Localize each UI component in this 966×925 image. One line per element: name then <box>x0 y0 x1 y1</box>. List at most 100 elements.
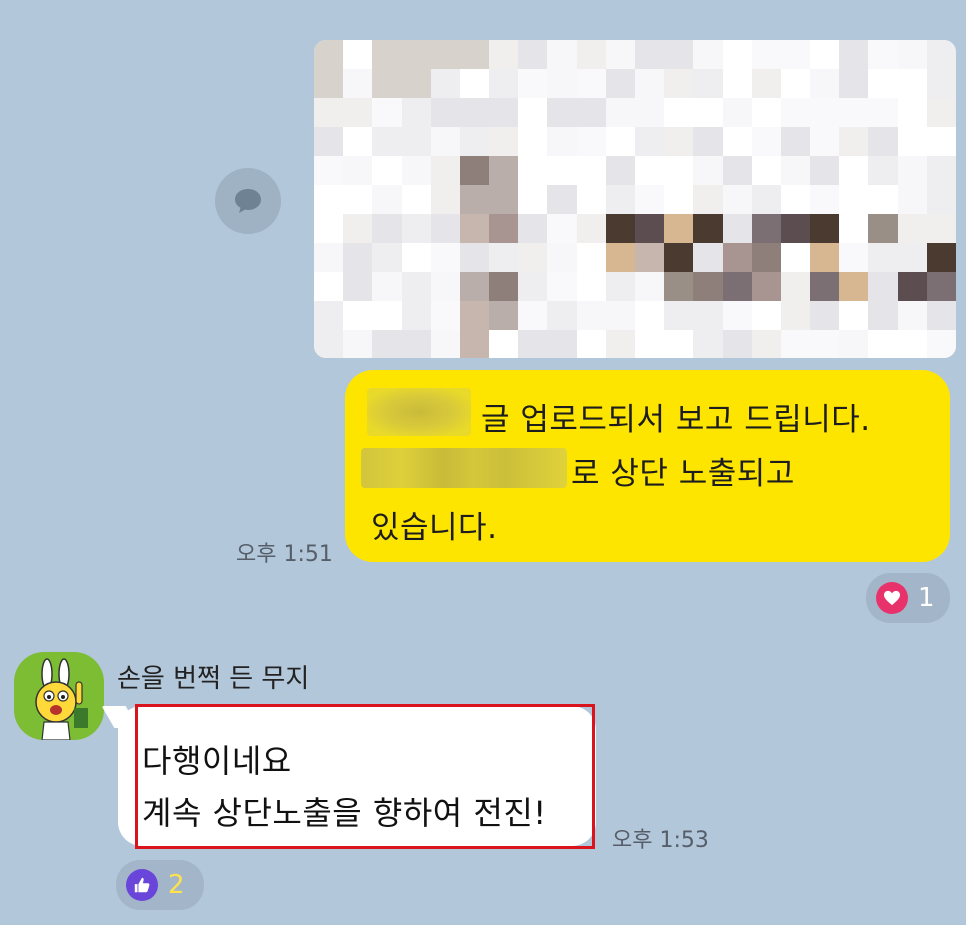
mosaic-tile <box>926 272 956 301</box>
mosaic-tile <box>810 69 840 98</box>
mosaic-tile <box>810 330 840 358</box>
mosaic-tile <box>314 40 344 69</box>
mosaic-tile <box>430 214 460 243</box>
mosaic-tile <box>839 69 869 98</box>
mosaic-tile <box>810 272 840 301</box>
mosaic-tile <box>430 272 460 301</box>
mosaic-tile <box>489 214 519 243</box>
mosaic-tile <box>751 272 781 301</box>
mosaic-tile <box>518 214 548 243</box>
mosaic-tile <box>926 301 956 330</box>
mosaic-tile <box>459 98 490 127</box>
mosaic-tile <box>372 214 402 243</box>
mosaic-tile <box>810 185 840 214</box>
mosaic-tile <box>547 330 577 358</box>
mosaic-tile <box>868 156 898 185</box>
mosaic-tile <box>693 330 723 358</box>
mosaic-tile <box>576 40 606 69</box>
mosaic-tile <box>664 40 694 69</box>
my-message-bubble[interactable]: 글 업로드되서 보고 드립니다. 로 상단 노출되고 있습니다. <box>345 370 950 562</box>
mosaic-tile <box>664 243 694 272</box>
mosaic-tile <box>897 127 927 156</box>
mosaic-tile <box>430 330 460 358</box>
mosaic-tile <box>489 40 519 69</box>
mosaic-tile <box>343 330 373 358</box>
mosaic-tile <box>547 185 577 214</box>
mosaic-tile <box>839 40 869 69</box>
mosaic-tile <box>518 98 548 127</box>
mosaic-tile <box>314 272 344 301</box>
mosaic-tile <box>926 156 956 185</box>
mosaic-tile <box>401 40 431 69</box>
share-bubble-icon <box>235 189 261 213</box>
mosaic-tile <box>693 185 723 214</box>
mosaic-tile <box>868 40 898 69</box>
mosaic-tile <box>664 98 694 127</box>
mosaic-tile <box>751 127 781 156</box>
mosaic-tile <box>314 243 344 272</box>
mosaic-tile <box>576 98 606 127</box>
mosaic-tile <box>780 272 811 301</box>
mosaic-tile <box>430 185 460 214</box>
heart-reaction[interactable]: 1 <box>866 573 950 623</box>
mosaic-tile <box>547 301 577 330</box>
mosaic-tile <box>489 301 519 330</box>
mosaic-tile <box>343 272 373 301</box>
avatar[interactable] <box>14 652 104 740</box>
mosaic-tile <box>518 156 548 185</box>
mosaic-tile <box>722 330 752 358</box>
mosaic-tile <box>459 272 490 301</box>
mosaic-tile <box>372 156 402 185</box>
mosaic-tile <box>343 185 373 214</box>
mosaic-tile <box>693 301 723 330</box>
mosaic-tile <box>372 301 402 330</box>
mosaic-tile <box>664 156 694 185</box>
mosaic-tile <box>926 40 956 69</box>
mosaic-tile <box>868 272 898 301</box>
heart-icon <box>876 582 908 614</box>
mosaic-tile <box>314 330 344 358</box>
mosaic-tile <box>810 40 840 69</box>
mosaic-tile <box>926 243 956 272</box>
mosaic-tile <box>926 185 956 214</box>
message-time: 오후 1:53 <box>612 828 709 853</box>
mosaic-tile <box>634 243 665 272</box>
blurred-text <box>361 448 567 488</box>
blurred-image-message[interactable] <box>314 40 956 358</box>
mosaic-tile <box>693 243 723 272</box>
mosaic-tile <box>810 127 840 156</box>
mosaic-tile <box>897 272 927 301</box>
mosaic-tile <box>722 272 752 301</box>
mosaic-tile <box>314 127 344 156</box>
mosaic-tile <box>605 127 635 156</box>
mosaic-tile <box>314 98 344 127</box>
mosaic-tile <box>810 301 840 330</box>
mosaic-tile <box>839 214 869 243</box>
mosaic-tile <box>693 40 723 69</box>
mosaic-tile <box>401 243 431 272</box>
mosaic-tile <box>401 98 431 127</box>
mosaic-tile <box>518 330 548 358</box>
mosaic-tile <box>634 214 665 243</box>
mosaic-tile <box>780 156 811 185</box>
mosaic-tile <box>868 243 898 272</box>
mosaic-tile <box>343 156 373 185</box>
share-button[interactable] <box>215 168 281 234</box>
mosaic-tile <box>722 301 752 330</box>
mosaic-tile <box>664 301 694 330</box>
mosaic-tile <box>722 127 752 156</box>
mosaic-tile <box>780 40 811 69</box>
mosaic-tile <box>634 127 665 156</box>
mosaic-tile <box>751 69 781 98</box>
mosaic-tile <box>489 243 519 272</box>
mosaic-tile <box>722 98 752 127</box>
mosaic-tile <box>664 272 694 301</box>
mosaic-tile <box>634 330 665 358</box>
mosaic-tile <box>459 40 490 69</box>
highlight-box <box>135 704 595 849</box>
mosaic-tile <box>868 98 898 127</box>
mosaic-tile <box>430 156 460 185</box>
mosaic-tile <box>897 98 927 127</box>
mosaic-tile <box>897 301 927 330</box>
like-reaction[interactable]: 2 <box>116 860 204 910</box>
